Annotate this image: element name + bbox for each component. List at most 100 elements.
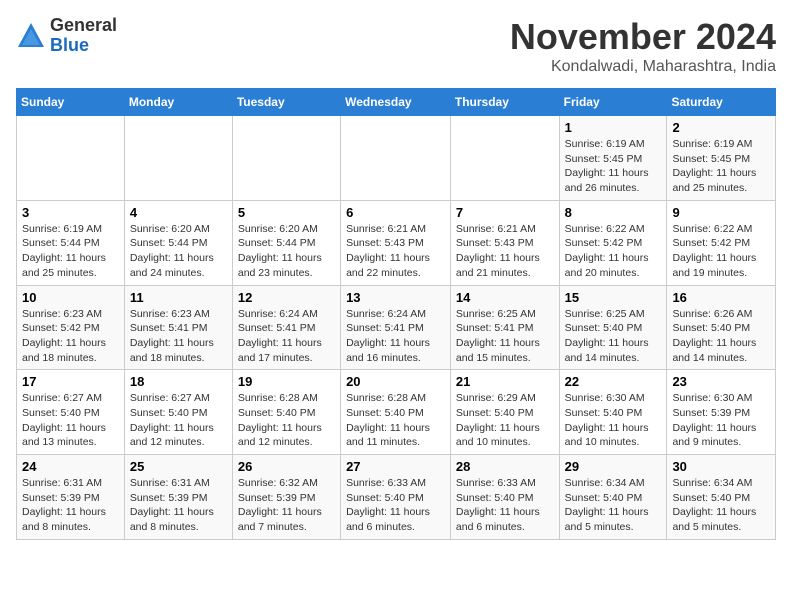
- day-number: 1: [565, 120, 662, 135]
- logo: General Blue: [16, 16, 117, 56]
- day-info: Sunrise: 6:31 AM Sunset: 5:39 PM Dayligh…: [130, 476, 227, 535]
- day-info: Sunrise: 6:22 AM Sunset: 5:42 PM Dayligh…: [672, 222, 770, 281]
- day-number: 6: [346, 205, 445, 220]
- day-number: 12: [238, 290, 335, 305]
- calendar-cell: 4 Sunrise: 6:20 AM Sunset: 5:44 PM Daylig…: [124, 200, 232, 285]
- day-number: 30: [672, 459, 770, 474]
- day-info: Sunrise: 6:25 AM Sunset: 5:40 PM Dayligh…: [565, 307, 662, 366]
- weekday-header: Monday: [124, 89, 232, 116]
- calendar-cell: 22 Sunrise: 6:30 AM Sunset: 5:40 PM Dayli…: [559, 370, 667, 455]
- day-info: Sunrise: 6:32 AM Sunset: 5:39 PM Dayligh…: [238, 476, 335, 535]
- day-info: Sunrise: 6:31 AM Sunset: 5:39 PM Dayligh…: [22, 476, 119, 535]
- calendar-cell: 29Sunrise: 6:34 AM Sunset: 5:40 PM Dayli…: [559, 455, 667, 540]
- day-number: 2: [672, 120, 770, 135]
- calendar-table: SundayMondayTuesdayWednesdayThursdayFrid…: [16, 88, 776, 540]
- day-number: 20: [346, 374, 445, 389]
- title-block: November 2024 Kondalwadi, Maharashtra, I…: [510, 16, 776, 76]
- day-number: 25: [130, 459, 227, 474]
- day-number: 8: [565, 205, 662, 220]
- day-info: Sunrise: 6:19 AM Sunset: 5:45 PM Dayligh…: [565, 137, 662, 196]
- day-number: 10: [22, 290, 119, 305]
- day-number: 19: [238, 374, 335, 389]
- weekday-header: Wednesday: [341, 89, 451, 116]
- day-number: 26: [238, 459, 335, 474]
- calendar-cell: 14 Sunrise: 6:25 AM Sunset: 5:41 PM Dayli…: [450, 285, 559, 370]
- calendar-cell: 30 Sunrise: 6:34 AM Sunset: 5:40 PM Dayli…: [667, 455, 776, 540]
- calendar-cell: 19 Sunrise: 6:28 AM Sunset: 5:40 PM Dayli…: [232, 370, 340, 455]
- calendar-cell: 25 Sunrise: 6:31 AM Sunset: 5:39 PM Dayli…: [124, 455, 232, 540]
- calendar-cell: 24 Sunrise: 6:31 AM Sunset: 5:39 PM Dayli…: [17, 455, 125, 540]
- weekday-header: Thursday: [450, 89, 559, 116]
- day-info: Sunrise: 6:19 AM Sunset: 5:45 PM Dayligh…: [672, 137, 770, 196]
- day-number: 14: [456, 290, 554, 305]
- calendar-week-row: 24 Sunrise: 6:31 AM Sunset: 5:39 PM Dayli…: [17, 455, 776, 540]
- day-number: 13: [346, 290, 445, 305]
- calendar-cell: 12 Sunrise: 6:24 AM Sunset: 5:41 PM Dayli…: [232, 285, 340, 370]
- day-number: 24: [22, 459, 119, 474]
- calendar-cell: 17 Sunrise: 6:27 AM Sunset: 5:40 PM Dayli…: [17, 370, 125, 455]
- calendar-week-row: 3Sunrise: 6:19 AM Sunset: 5:44 PM Daylig…: [17, 200, 776, 285]
- weekday-header: Tuesday: [232, 89, 340, 116]
- day-info: Sunrise: 6:19 AM Sunset: 5:44 PM Dayligh…: [22, 222, 119, 281]
- calendar-cell: 5Sunrise: 6:20 AM Sunset: 5:44 PM Daylig…: [232, 200, 340, 285]
- calendar-cell: [232, 116, 340, 201]
- calendar-cell: 8 Sunrise: 6:22 AM Sunset: 5:42 PM Daylig…: [559, 200, 667, 285]
- day-info: Sunrise: 6:21 AM Sunset: 5:43 PM Dayligh…: [456, 222, 554, 281]
- day-number: 17: [22, 374, 119, 389]
- calendar-cell: 7 Sunrise: 6:21 AM Sunset: 5:43 PM Daylig…: [450, 200, 559, 285]
- day-info: Sunrise: 6:28 AM Sunset: 5:40 PM Dayligh…: [238, 391, 335, 450]
- calendar-cell: 6 Sunrise: 6:21 AM Sunset: 5:43 PM Daylig…: [341, 200, 451, 285]
- day-number: 4: [130, 205, 227, 220]
- calendar-cell: 15 Sunrise: 6:25 AM Sunset: 5:40 PM Dayli…: [559, 285, 667, 370]
- calendar-header: SundayMondayTuesdayWednesdayThursdayFrid…: [17, 89, 776, 116]
- day-info: Sunrise: 6:28 AM Sunset: 5:40 PM Dayligh…: [346, 391, 445, 450]
- day-number: 9: [672, 205, 770, 220]
- calendar-subtitle: Kondalwadi, Maharashtra, India: [510, 58, 776, 76]
- day-info: Sunrise: 6:27 AM Sunset: 5:40 PM Dayligh…: [130, 391, 227, 450]
- calendar-week-row: 1 Sunrise: 6:19 AM Sunset: 5:45 PM Daylig…: [17, 116, 776, 201]
- day-info: Sunrise: 6:30 AM Sunset: 5:40 PM Dayligh…: [565, 391, 662, 450]
- calendar-cell: 16Sunrise: 6:26 AM Sunset: 5:40 PM Dayli…: [667, 285, 776, 370]
- day-info: Sunrise: 6:34 AM Sunset: 5:40 PM Dayligh…: [565, 476, 662, 535]
- day-info: Sunrise: 6:22 AM Sunset: 5:42 PM Dayligh…: [565, 222, 662, 281]
- day-info: Sunrise: 6:29 AM Sunset: 5:40 PM Dayligh…: [456, 391, 554, 450]
- calendar-cell: 20 Sunrise: 6:28 AM Sunset: 5:40 PM Dayli…: [341, 370, 451, 455]
- calendar-week-row: 10Sunrise: 6:23 AM Sunset: 5:42 PM Dayli…: [17, 285, 776, 370]
- calendar-cell: 2 Sunrise: 6:19 AM Sunset: 5:45 PM Daylig…: [667, 116, 776, 201]
- day-number: 5: [238, 205, 335, 220]
- day-number: 28: [456, 459, 554, 474]
- calendar-cell: [17, 116, 125, 201]
- day-number: 11: [130, 290, 227, 305]
- calendar-body: 1 Sunrise: 6:19 AM Sunset: 5:45 PM Daylig…: [17, 116, 776, 540]
- weekday-header: Sunday: [17, 89, 125, 116]
- day-number: 21: [456, 374, 554, 389]
- day-info: Sunrise: 6:33 AM Sunset: 5:40 PM Dayligh…: [346, 476, 445, 535]
- calendar-cell: 1 Sunrise: 6:19 AM Sunset: 5:45 PM Daylig…: [559, 116, 667, 201]
- calendar-week-row: 17 Sunrise: 6:27 AM Sunset: 5:40 PM Dayli…: [17, 370, 776, 455]
- day-info: Sunrise: 6:27 AM Sunset: 5:40 PM Dayligh…: [22, 391, 119, 450]
- page-header: General Blue November 2024 Kondalwadi, M…: [16, 16, 776, 76]
- day-number: 15: [565, 290, 662, 305]
- calendar-cell: 11Sunrise: 6:23 AM Sunset: 5:41 PM Dayli…: [124, 285, 232, 370]
- day-info: Sunrise: 6:30 AM Sunset: 5:39 PM Dayligh…: [672, 391, 770, 450]
- day-info: Sunrise: 6:26 AM Sunset: 5:40 PM Dayligh…: [672, 307, 770, 366]
- day-number: 7: [456, 205, 554, 220]
- calendar-cell: 23 Sunrise: 6:30 AM Sunset: 5:39 PM Dayli…: [667, 370, 776, 455]
- day-info: Sunrise: 6:20 AM Sunset: 5:44 PM Dayligh…: [130, 222, 227, 281]
- calendar-cell: 13Sunrise: 6:24 AM Sunset: 5:41 PM Dayli…: [341, 285, 451, 370]
- calendar-cell: 9 Sunrise: 6:22 AM Sunset: 5:42 PM Daylig…: [667, 200, 776, 285]
- day-number: 27: [346, 459, 445, 474]
- calendar-cell: 3Sunrise: 6:19 AM Sunset: 5:44 PM Daylig…: [17, 200, 125, 285]
- calendar-cell: 28Sunrise: 6:33 AM Sunset: 5:40 PM Dayli…: [450, 455, 559, 540]
- calendar-cell: 26 Sunrise: 6:32 AM Sunset: 5:39 PM Dayli…: [232, 455, 340, 540]
- weekday-header: Friday: [559, 89, 667, 116]
- day-info: Sunrise: 6:34 AM Sunset: 5:40 PM Dayligh…: [672, 476, 770, 535]
- day-info: Sunrise: 6:21 AM Sunset: 5:43 PM Dayligh…: [346, 222, 445, 281]
- logo-icon: [16, 21, 46, 51]
- day-info: Sunrise: 6:24 AM Sunset: 5:41 PM Dayligh…: [238, 307, 335, 366]
- calendar-cell: 21 Sunrise: 6:29 AM Sunset: 5:40 PM Dayli…: [450, 370, 559, 455]
- day-number: 22: [565, 374, 662, 389]
- day-number: 23: [672, 374, 770, 389]
- day-number: 18: [130, 374, 227, 389]
- day-info: Sunrise: 6:25 AM Sunset: 5:41 PM Dayligh…: [456, 307, 554, 366]
